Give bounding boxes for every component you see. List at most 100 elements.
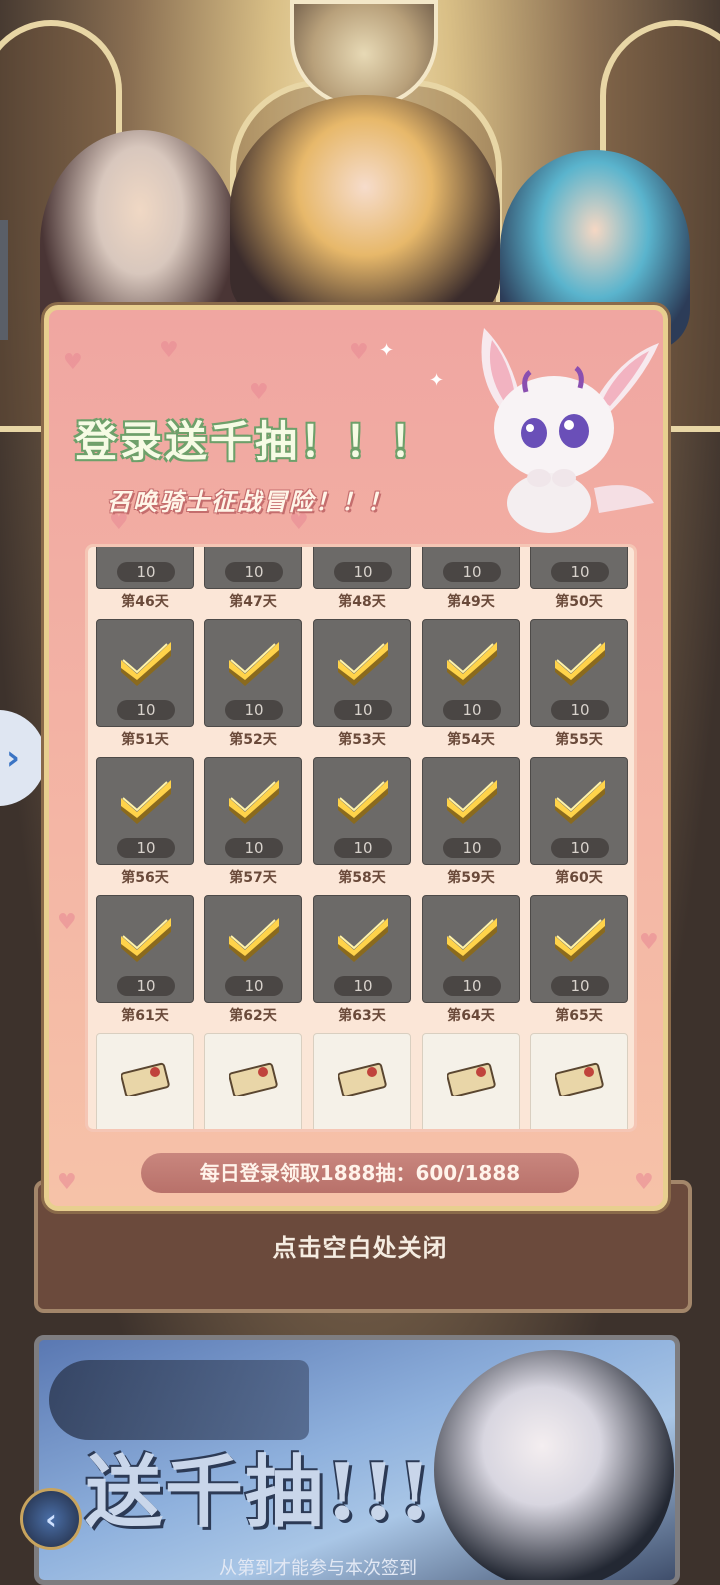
day-label: 第54天	[447, 732, 495, 748]
sparkle-icon: ✦	[429, 370, 445, 391]
heart-decoration: ♥	[63, 350, 83, 375]
reward-count: 10	[443, 562, 501, 582]
day-label: 第50天	[555, 594, 603, 610]
day-label: 第62天	[229, 1008, 277, 1024]
reward-grid-scroll[interactable]: 10 10 10 10 10 第46天 第47天 第48天 第49天 第50天 …	[96, 547, 630, 1129]
check-icon	[229, 642, 279, 686]
day-label: 第59天	[447, 870, 495, 886]
back-button[interactable]: ‹	[20, 1488, 82, 1550]
reward-cell[interactable]: 10	[422, 895, 520, 1003]
heart-decoration: ♥	[634, 1170, 654, 1195]
character-center	[230, 95, 500, 325]
reward-cell[interactable]	[313, 1033, 411, 1129]
day-label: 第47天	[229, 594, 277, 610]
chevron-right-icon: ›	[5, 738, 20, 778]
reward-count: 10	[443, 976, 501, 996]
check-icon	[447, 918, 497, 962]
reward-cell[interactable]: 10	[204, 895, 302, 1003]
reward-cell[interactable]: 10	[96, 547, 194, 589]
heart-decoration: ♥	[159, 338, 179, 363]
check-icon	[121, 642, 171, 686]
reward-cell[interactable]: 10	[313, 547, 411, 589]
day-label: 第64天	[447, 1008, 495, 1024]
reward-count: 10	[334, 562, 392, 582]
summon-ticket-icon	[229, 1062, 278, 1096]
check-icon	[121, 780, 171, 824]
check-icon	[338, 780, 388, 824]
reward-count: 10	[443, 700, 501, 720]
chevron-left-icon: ‹	[45, 1502, 57, 1536]
reward-count: 10	[551, 700, 609, 720]
login-reward-popup: ♥ ♥ ♥ ♥ ♥ ♥ ♥ ♥ ♥ ♥ ✦ ✦ 登录送千抽！！！ 召唤骑士征战冒…	[44, 305, 668, 1211]
day-label: 第49天	[447, 594, 495, 610]
reward-cell[interactable]: 10	[530, 757, 628, 865]
reward-cell[interactable]: 10	[422, 757, 520, 865]
reward-count: 10	[225, 700, 283, 720]
check-icon	[447, 780, 497, 824]
reward-cell[interactable]: 10	[204, 619, 302, 727]
reward-cell[interactable]	[422, 1033, 520, 1129]
progress-text: 每日登录领取1888抽：600/1888	[141, 1153, 579, 1193]
reward-cell[interactable]: 10	[96, 895, 194, 1003]
reward-cell[interactable]: 10	[204, 757, 302, 865]
check-icon	[338, 642, 388, 686]
day-label: 第58天	[338, 870, 386, 886]
close-hint[interactable]: 点击空白处关闭	[0, 1228, 720, 1263]
check-icon	[338, 918, 388, 962]
reward-count: 10	[551, 838, 609, 858]
reward-cell[interactable]: 10	[96, 619, 194, 727]
day-label: 第60天	[555, 870, 603, 886]
summon-ticket-icon	[555, 1062, 604, 1096]
check-icon	[555, 918, 605, 962]
reward-cell[interactable]: 10	[422, 547, 520, 589]
reward-count: 10	[334, 976, 392, 996]
reward-cell[interactable]: 10	[530, 547, 628, 589]
event-banner[interactable]: 送千抽!!! 从第到才能参与本次签到	[34, 1335, 680, 1585]
reward-cell[interactable]: 10	[313, 619, 411, 727]
reward-cell[interactable]: 10	[422, 619, 520, 727]
reward-cell[interactable]	[204, 1033, 302, 1129]
day-label: 第48天	[338, 594, 386, 610]
reward-cell[interactable]: 10	[530, 895, 628, 1003]
check-icon	[555, 780, 605, 824]
day-label: 第46天	[121, 594, 169, 610]
reward-count: 10	[117, 976, 175, 996]
reward-cell[interactable]: 10	[96, 757, 194, 865]
reward-cell[interactable]: 10	[313, 757, 411, 865]
reward-count: 10	[117, 700, 175, 720]
day-label: 第57天	[229, 870, 277, 886]
reward-cell[interactable]: 10	[313, 895, 411, 1003]
reward-row: 10 第61天 10 第62天 10 第63天 10 第64天 10 第65天	[96, 895, 630, 1033]
check-icon	[229, 918, 279, 962]
day-label: 第55天	[555, 732, 603, 748]
heart-decoration: ♥	[639, 930, 659, 955]
day-label: 第52天	[229, 732, 277, 748]
reward-count: 10	[443, 838, 501, 858]
day-label: 第65天	[555, 1008, 603, 1024]
reward-count: 10	[225, 838, 283, 858]
reward-cell[interactable]	[96, 1033, 194, 1129]
reward-count: 10	[334, 838, 392, 858]
day-label: 第63天	[338, 1008, 386, 1024]
reward-count: 10	[117, 562, 175, 582]
check-icon	[121, 918, 171, 962]
reward-row	[96, 1033, 630, 1129]
reward-rows: 10 第51天 10 第52天 10 第53天 10 第54天 10 第55天 10 第56天 10 第5…	[96, 619, 630, 1129]
summon-ticket-icon	[447, 1062, 496, 1096]
heart-decoration: ♥	[57, 1170, 77, 1195]
reward-grid[interactable]: 10 10 10 10 10 第46天 第47天 第48天 第49天 第50天 …	[85, 544, 637, 1132]
reward-count: 10	[551, 976, 609, 996]
check-icon	[229, 780, 279, 824]
mascot-creature	[481, 328, 659, 533]
reward-cell[interactable]	[530, 1033, 628, 1129]
check-icon	[447, 642, 497, 686]
summon-ticket-icon	[121, 1062, 170, 1096]
reward-count: 10	[225, 976, 283, 996]
summon-ticket-icon	[338, 1062, 387, 1096]
reward-row: 10 第51天 10 第52天 10 第53天 10 第54天 10 第55天	[96, 619, 630, 757]
heart-decoration: ♥	[57, 910, 77, 935]
day-label: 第61天	[121, 1008, 169, 1024]
reward-count: 10	[551, 562, 609, 582]
reward-cell[interactable]: 10	[204, 547, 302, 589]
reward-cell[interactable]: 10	[530, 619, 628, 727]
